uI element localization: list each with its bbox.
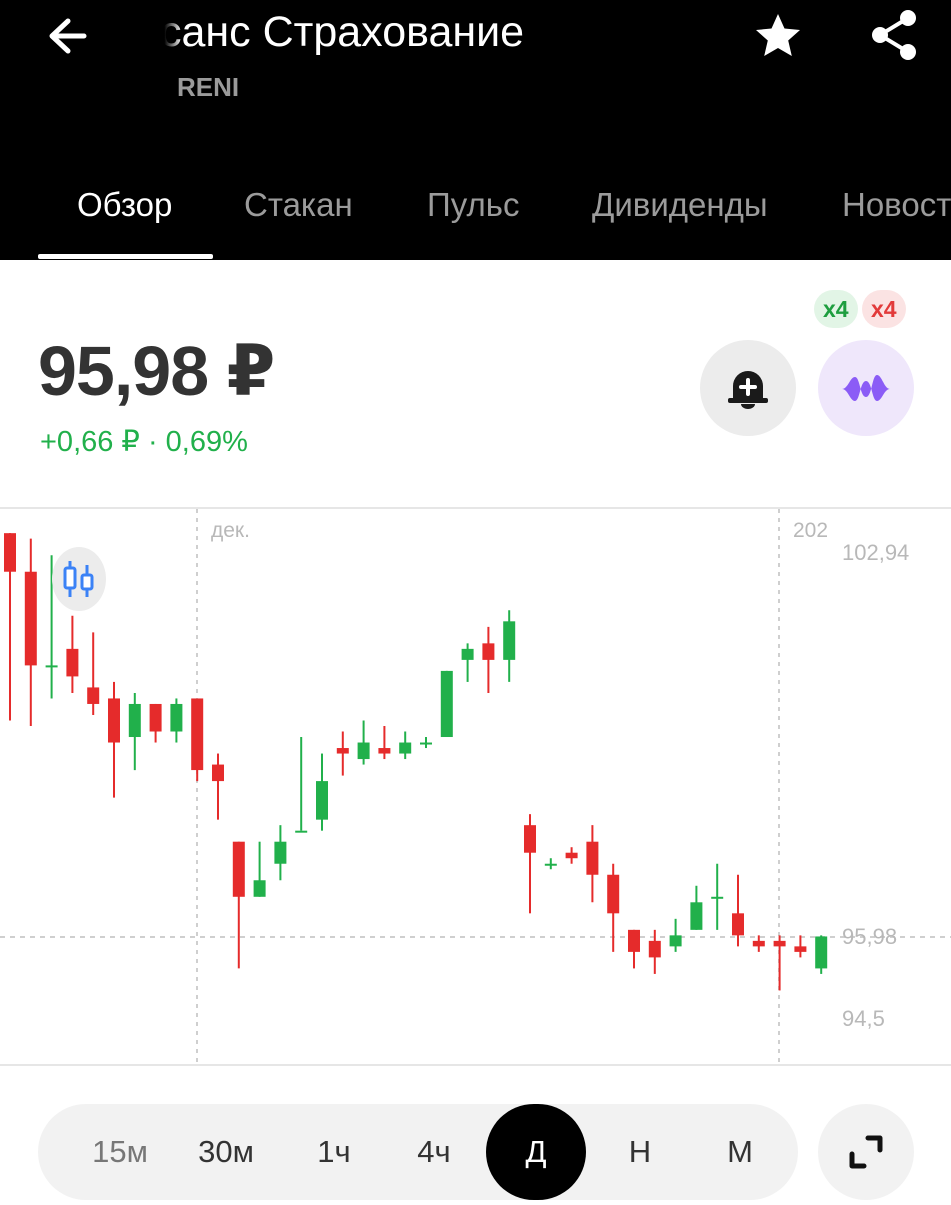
timeframe-15m[interactable]: 15м	[78, 1104, 162, 1200]
share-icon	[872, 10, 916, 60]
star-icon	[756, 14, 800, 56]
timeframe-selector: 15м 30м 1ч 4ч Д Н М	[38, 1104, 798, 1200]
candle-down	[565, 852, 578, 859]
back-button[interactable]	[44, 12, 96, 60]
candle-up	[399, 742, 412, 754]
price-alert-button[interactable]	[700, 340, 796, 436]
timeframe-month[interactable]: М	[698, 1104, 782, 1200]
candle-up	[440, 670, 453, 738]
candle-down	[108, 698, 120, 743]
share-button[interactable]	[866, 6, 924, 64]
candle-up	[544, 863, 557, 866]
candle-up	[690, 902, 703, 930]
candle-down	[232, 841, 245, 897]
candle-up	[128, 703, 141, 738]
fullscreen-button[interactable]	[818, 1104, 914, 1200]
candle-down	[212, 764, 224, 782]
timeframe-4h[interactable]: 4ч	[392, 1104, 476, 1200]
candle-up	[420, 742, 432, 745]
tab-news[interactable]: Новост	[842, 186, 951, 224]
candle-up	[45, 665, 58, 668]
candle-down	[24, 571, 37, 666]
candle-up	[316, 781, 328, 820]
candle-up	[461, 648, 474, 660]
active-tab-indicator	[38, 254, 213, 259]
timeframe-day[interactable]: Д	[486, 1104, 586, 1200]
candle-up	[170, 703, 183, 732]
candle-down	[773, 940, 786, 947]
tab-pulse[interactable]: Пульс	[427, 186, 519, 224]
candle-up	[357, 742, 370, 760]
favorite-button[interactable]	[752, 10, 804, 62]
tab-order-book[interactable]: Стакан	[244, 186, 353, 224]
candle-up	[669, 935, 682, 947]
current-price: 95,98 ₽	[38, 332, 275, 410]
y-tick-low: 94,5	[842, 1006, 885, 1031]
candles-group	[4, 533, 828, 991]
arrow-left-icon	[49, 18, 87, 54]
candle-down	[149, 703, 162, 732]
candle-up	[503, 621, 516, 660]
candle-down	[378, 748, 391, 754]
candle-down	[191, 698, 204, 771]
y-tick-current: 95,98	[842, 924, 897, 949]
top-app-bar: санс Страхование RENI Обзор Стакан Пульс…	[0, 0, 951, 260]
candle-down	[586, 841, 599, 875]
price-chart[interactable]: дек. 202 102,94 95,98 94,5	[0, 507, 951, 1067]
ticker-symbol: RENI	[177, 72, 240, 102]
x-axis-label-dec: дек.	[211, 519, 250, 542]
candle-down	[628, 929, 640, 952]
candle-down	[607, 874, 620, 914]
bell-plus-icon	[728, 371, 768, 409]
candlestick-icon	[63, 561, 94, 597]
candle-up	[815, 936, 828, 969]
candle-down	[752, 940, 765, 947]
candle-down	[732, 913, 744, 936]
candle-down	[794, 946, 807, 952]
timeframe-30m[interactable]: 30м	[184, 1104, 268, 1200]
candle-up	[711, 896, 724, 899]
x-axis-label-year: 202	[793, 519, 828, 542]
timeframe-1h[interactable]: 1ч	[292, 1104, 376, 1200]
candle-down	[524, 825, 536, 853]
chart-type-button[interactable]	[52, 547, 106, 611]
price-change: +0,66 ₽ · 0,69%	[40, 426, 248, 458]
candle-up	[253, 880, 266, 897]
candle-down	[87, 687, 100, 704]
candle-up	[295, 830, 308, 833]
tab-bar: Обзор Стакан Пульс Дивиденды Новост	[0, 168, 951, 260]
y-tick-high: 102,94	[842, 540, 909, 565]
candle-down	[4, 533, 16, 572]
leverage-short-badge: x4	[862, 290, 906, 328]
candle-up	[274, 841, 287, 864]
candle-down	[648, 940, 661, 958]
expand-icon	[849, 1135, 883, 1169]
timeframe-week[interactable]: Н	[598, 1104, 682, 1200]
ai-assistant-button[interactable]	[818, 340, 914, 436]
tab-dividends[interactable]: Дивиденды	[592, 186, 768, 224]
sparkle-wave-icon	[842, 375, 890, 401]
candle-down	[336, 748, 349, 754]
tab-overview[interactable]: Обзор	[77, 186, 172, 224]
leverage-long-badge: x4	[814, 290, 858, 328]
candle-down	[482, 643, 495, 660]
instrument-title: санс Страхование	[160, 8, 525, 56]
candle-down	[66, 648, 79, 677]
